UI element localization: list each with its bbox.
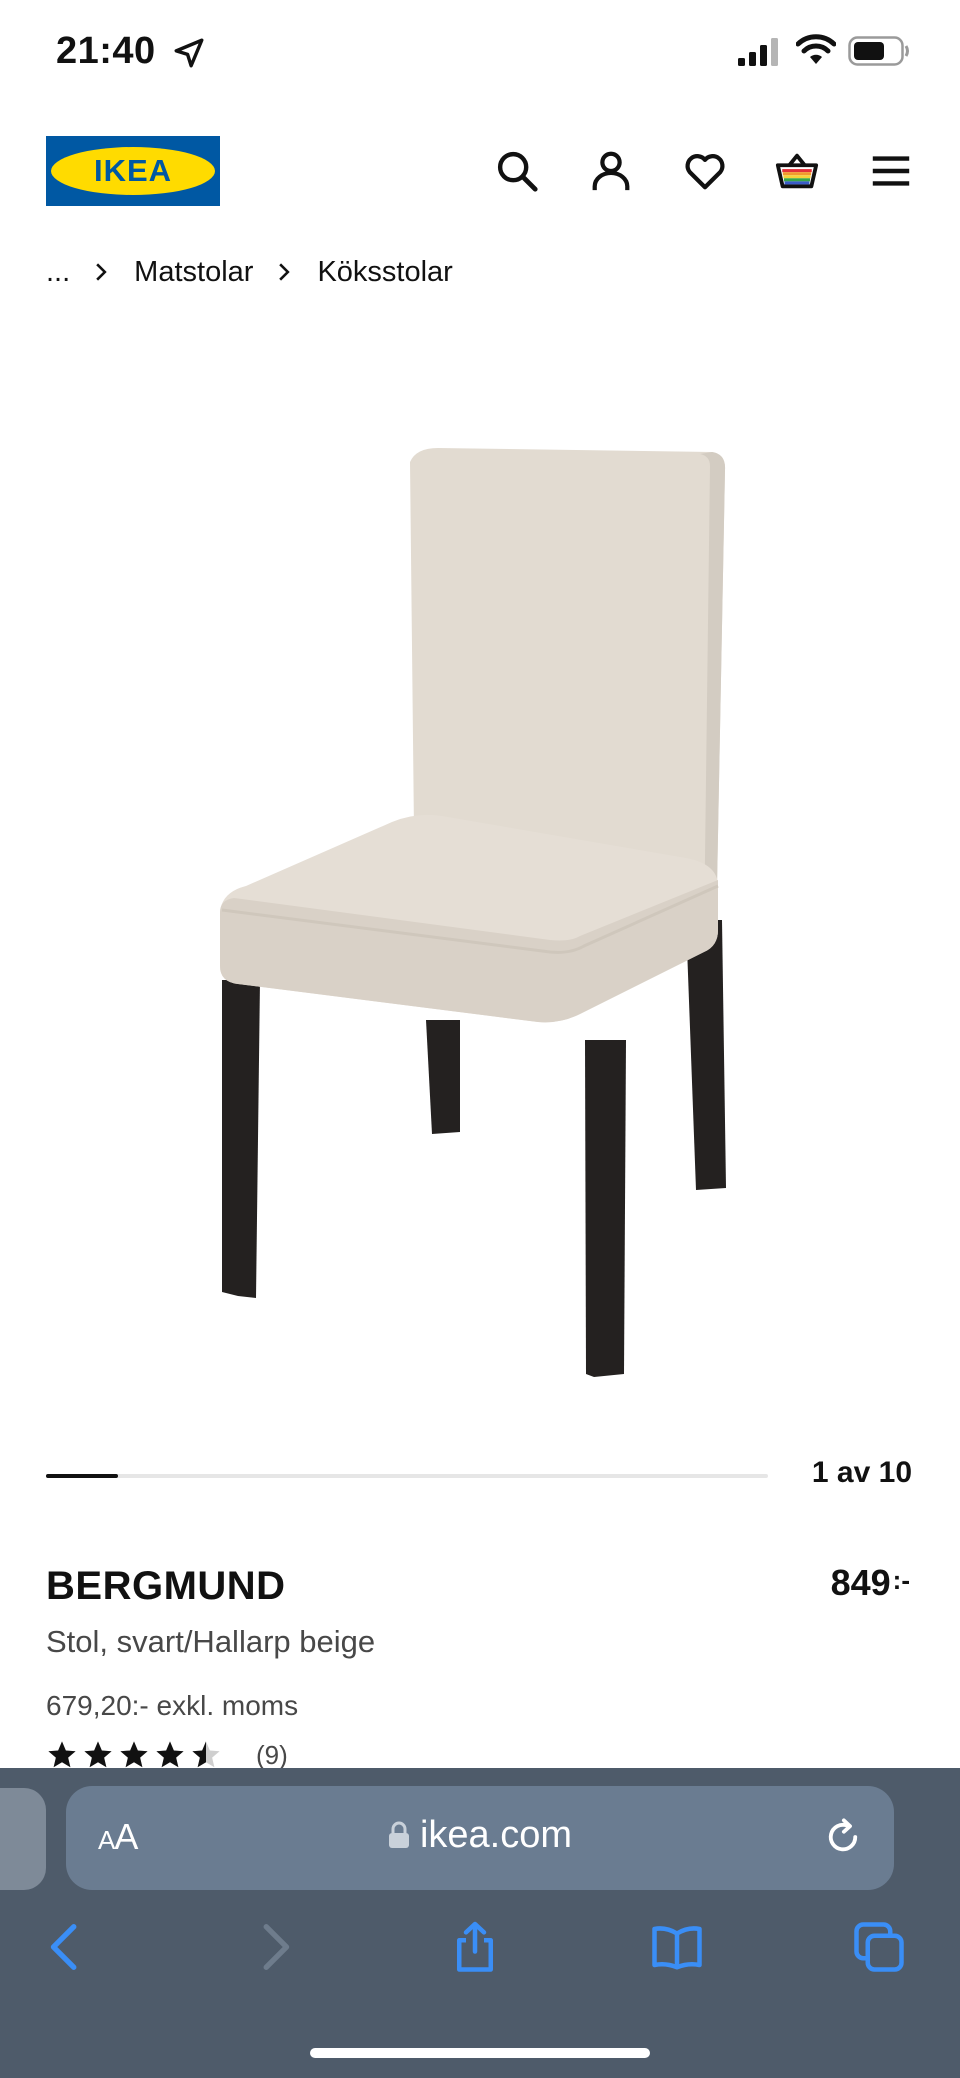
star-icon xyxy=(156,1741,184,1768)
price-suffix: :- xyxy=(892,1565,910,1595)
chevron-right-icon xyxy=(279,263,291,281)
cellular-signal-icon xyxy=(738,38,778,66)
back-icon[interactable] xyxy=(40,1920,94,1974)
rating-stars xyxy=(46,1739,222,1771)
ikea-logo-text: IKEA xyxy=(94,153,172,188)
product-name: BERGMUND xyxy=(46,1564,286,1608)
lock-icon xyxy=(388,1821,409,1848)
search-icon[interactable] xyxy=(494,148,540,194)
battery-icon xyxy=(848,36,909,66)
product-description: Stol, svart/Hallarp beige xyxy=(46,1624,376,1659)
previous-tab-peek[interactable] xyxy=(0,1788,46,1890)
shopping-bag-icon[interactable] xyxy=(774,148,820,194)
share-icon[interactable] xyxy=(448,1920,502,1974)
url-display[interactable]: ikea.com xyxy=(66,1814,894,1857)
star-icon xyxy=(120,1741,148,1768)
product-price: 849:- xyxy=(831,1562,910,1604)
status-bar: 21:40 xyxy=(0,0,960,104)
product-rating[interactable]: (9) xyxy=(46,1738,288,1772)
profile-icon[interactable] xyxy=(588,148,634,194)
hamburger-menu-icon[interactable] xyxy=(868,148,914,194)
address-bar[interactable]: AA ikea.com xyxy=(66,1786,894,1890)
image-carousel-progress[interactable] xyxy=(46,1474,768,1478)
breadcrumb-ellipsis[interactable]: ... xyxy=(46,256,70,289)
chevron-right-icon xyxy=(96,263,107,281)
home-indicator xyxy=(310,2048,650,2058)
reload-icon[interactable] xyxy=(822,1816,864,1858)
ikea-logo[interactable]: IKEA xyxy=(46,136,220,206)
breadcrumb: ... Matstolar Köksstolar xyxy=(46,252,453,292)
forward-icon[interactable] xyxy=(246,1920,300,1974)
status-time: 21:40 xyxy=(56,30,156,72)
wifi-icon xyxy=(796,34,836,64)
price-value: 849 xyxy=(830,1562,891,1603)
star-icon xyxy=(192,1741,220,1768)
heart-icon[interactable] xyxy=(682,148,728,194)
location-arrow-icon xyxy=(174,38,204,68)
breadcrumb-matstolar[interactable]: Matstolar xyxy=(134,256,253,289)
star-icon xyxy=(84,1741,112,1768)
breadcrumb-koksstolar[interactable]: Köksstolar xyxy=(317,256,452,289)
bookmarks-icon[interactable] xyxy=(650,1920,704,1974)
star-icon xyxy=(48,1741,76,1768)
tabs-icon[interactable] xyxy=(852,1920,906,1974)
chair-product-image[interactable] xyxy=(220,440,740,1380)
url-text: ikea.com xyxy=(419,1814,573,1856)
carousel-progress-fill xyxy=(46,1474,119,1478)
rating-count: (9) xyxy=(256,1739,288,1770)
carousel-counter: 1 av 10 xyxy=(811,1456,912,1489)
price-excl-vat: 679,20:- exkl. moms xyxy=(46,1690,299,1721)
